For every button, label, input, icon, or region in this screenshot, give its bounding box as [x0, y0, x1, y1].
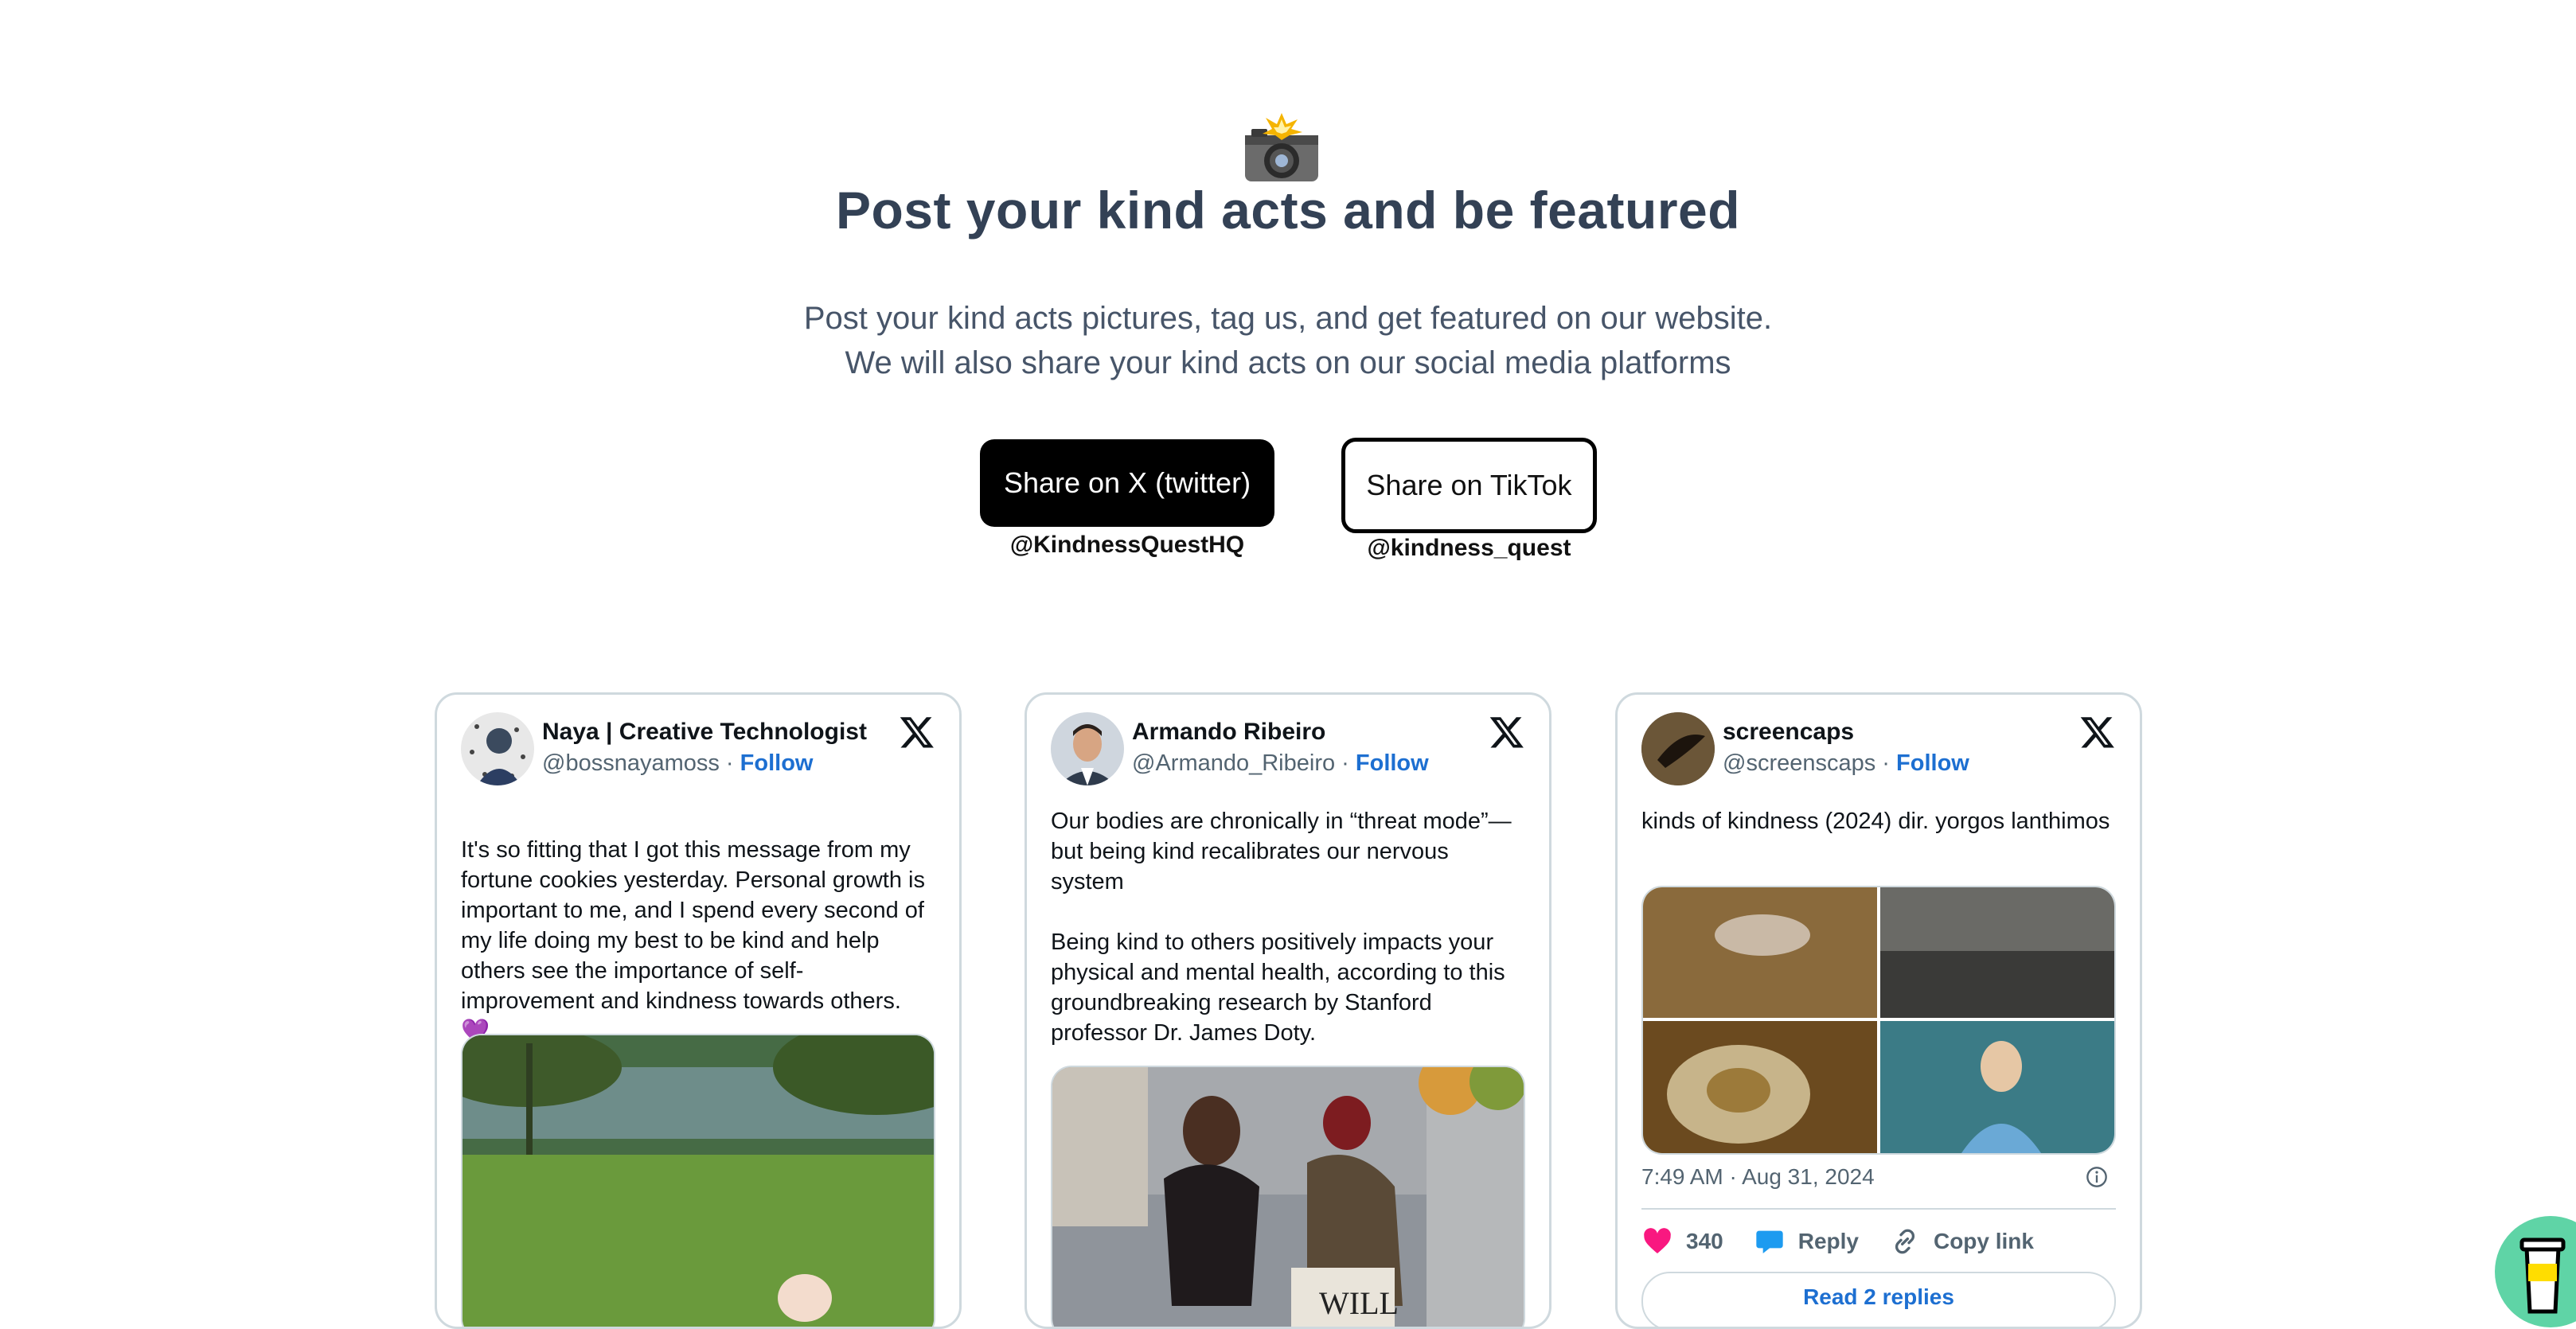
tweet-card[interactable]: Armando Ribeiro @Armando_Ribeiro · Follo…	[1025, 692, 1551, 1329]
tweet-image[interactable]: WILL	[1051, 1066, 1525, 1327]
copy-link-label: Copy link	[1933, 1229, 2034, 1253]
follow-link[interactable]: Follow	[1896, 750, 1969, 776]
page-title: Post your kind acts and be featured	[835, 181, 1741, 240]
like-count: 340	[1686, 1229, 1723, 1253]
subtitle-line-2: We will also share your kind acts on our…	[845, 345, 1731, 380]
buy-me-a-coffee-button[interactable]	[2495, 1216, 2576, 1327]
link-icon	[1895, 1229, 1915, 1254]
author-handle: @bossnayamoss · Follow	[542, 750, 814, 776]
tweet-card[interactable]: screencaps @screenscaps · Follow kinds o…	[1615, 692, 2142, 1329]
page-subtitle: Post your kind acts pictures, tag us, an…	[0, 296, 2576, 385]
heart-icon	[1644, 1228, 1671, 1253]
x-logo-icon[interactable]	[899, 714, 935, 750]
tweet-card[interactable]: Naya | Creative Technologist @bossnayamo…	[435, 692, 962, 1329]
author-handle: @screenscaps · Follow	[1723, 750, 1969, 776]
reply-button[interactable]: Reply	[1754, 1226, 1859, 1257]
share-on-tiktok-button[interactable]: Share on TikTok	[1341, 438, 1597, 533]
follow-link[interactable]: Follow	[1356, 750, 1429, 776]
author-handle: @Armando_Ribeiro · Follow	[1132, 750, 1429, 776]
reply-bubble-icon	[1756, 1230, 1783, 1253]
copy-link-button[interactable]: Copy link	[1889, 1226, 2034, 1257]
author-name[interactable]: Naya | Creative Technologist	[542, 719, 867, 746]
avatar[interactable]	[1051, 712, 1124, 785]
tiktok-handle: @kindness_quest	[1367, 535, 1571, 561]
tweet-body: It's so fitting that I got this message …	[461, 837, 925, 1014]
x-logo-icon[interactable]	[1489, 714, 1525, 750]
coffee-cup-icon	[2519, 1237, 2566, 1314]
author-name[interactable]: Armando Ribeiro	[1132, 719, 1325, 746]
divider	[1641, 1208, 2116, 1210]
tweet-image[interactable]	[461, 1034, 935, 1327]
subtitle-line-1: Post your kind acts pictures, tag us, an…	[803, 301, 1773, 336]
handle-text[interactable]: @Armando_Ribeiro	[1132, 750, 1335, 776]
tweet-image-grid[interactable]	[1641, 886, 2116, 1155]
x-logo-icon[interactable]	[2079, 714, 2116, 750]
tweet-text: kinds of kindness (2024) dir. yorgos lan…	[1641, 809, 2110, 834]
handle-text[interactable]: @bossnayamoss	[542, 750, 720, 776]
like-button[interactable]: 340	[1641, 1226, 1723, 1257]
handle-text[interactable]: @screenscaps	[1723, 750, 1875, 776]
author-name[interactable]: screencaps	[1723, 719, 1854, 746]
reply-label: Reply	[1797, 1229, 1859, 1253]
x-handle: @KindnessQuestHQ	[1009, 532, 1245, 558]
camera-flash-icon	[1245, 113, 1318, 181]
read-replies-button[interactable]: Read 2 replies	[1641, 1272, 2116, 1327]
follow-link[interactable]: Follow	[740, 750, 814, 776]
share-on-x-button[interactable]: Share on X (twitter)	[980, 439, 1274, 527]
info-icon[interactable]	[2086, 1166, 2108, 1188]
tweet-text: Our bodies are chronically in “threat mo…	[1051, 809, 1512, 1046]
avatar[interactable]	[1641, 712, 1715, 785]
avatar[interactable]	[461, 712, 534, 785]
tweet-timestamp[interactable]: 7:49 AM · Aug 31, 2024	[1641, 1164, 1875, 1190]
tweet-actions: 340 Reply Copy link	[1641, 1224, 2064, 1259]
sign-text: WILL	[1319, 1285, 1399, 1321]
